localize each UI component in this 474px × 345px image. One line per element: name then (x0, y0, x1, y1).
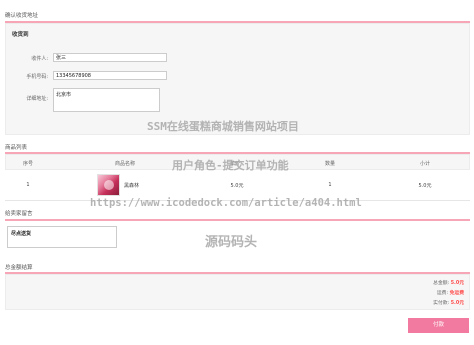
watermark-brand: 源码码头 (205, 235, 258, 250)
watermark-url: https://www.icodedock.com/article/a404.h… (90, 197, 362, 209)
col-name-header: 商品名称 (114, 161, 135, 167)
row-subtotal: 5.0元 (418, 183, 432, 189)
row-qty: 1 (328, 182, 332, 188)
products-section-title: 商品列表 (5, 145, 28, 151)
row-price: 5.0元 (230, 183, 244, 189)
recipient-input[interactable]: 张三 (53, 53, 167, 62)
summary-panel (5, 274, 470, 310)
detail-address-label: 详细地址: (26, 96, 48, 102)
address-subtitle: 收货到 (12, 32, 29, 38)
shipping-label: 运费: (436, 291, 449, 296)
watermark-feature-title: 用户角色-提交订单功能 (172, 159, 289, 172)
message-section-title: 给卖家留言 (5, 211, 33, 217)
message-divider (5, 219, 470, 221)
total-label: 总金额: (433, 281, 450, 286)
actual-payment-label: 实付款: (433, 301, 450, 306)
product-thumbnail[interactable] (97, 174, 120, 196)
col-index-header: 序号 (22, 161, 33, 167)
address-section-title: 确认收货地址 (5, 13, 39, 19)
row-index: 1 (26, 182, 30, 188)
shipping-row: 运费: 免运费 (437, 289, 464, 296)
phone-input[interactable]: 13345678908 (53, 71, 167, 80)
shipping-value: 免运费 (449, 291, 464, 296)
actual-payment-row: 实付款: 5.0元 (433, 299, 464, 306)
watermark-project-title: SSM在线蛋糕商城销售网站项目 (147, 120, 299, 133)
total-value: 5.0元 (450, 281, 464, 286)
total-row: 总金额: 5.0元 (433, 279, 464, 286)
actual-payment-value: 5.0元 (450, 301, 464, 306)
summary-section-title: 总金额结算 (5, 265, 33, 271)
seller-message-textarea[interactable]: 尽点送货 (7, 226, 117, 248)
col-subtotal-header: 小计 (419, 161, 430, 167)
detail-address-textarea[interactable]: 北京市 (53, 88, 160, 112)
phone-label: 手机号码: (26, 74, 48, 80)
pay-button[interactable]: 付款 (408, 318, 469, 333)
row-product-name[interactable]: 黑森林 (124, 182, 144, 189)
recipient-label: 收件人: (31, 56, 48, 62)
col-qty-header: 数量 (324, 161, 335, 167)
